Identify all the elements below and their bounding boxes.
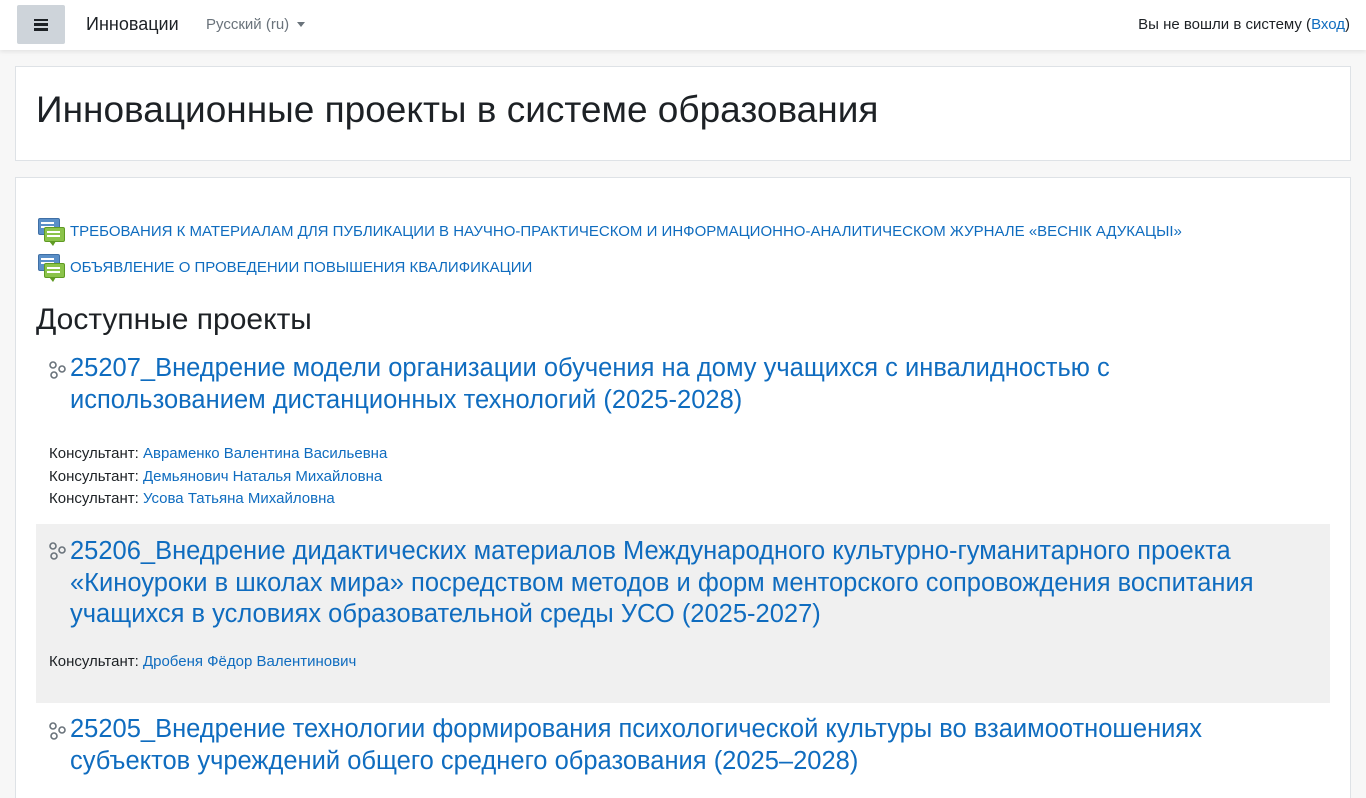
drawer-toggle-button[interactable]: [17, 5, 65, 44]
teacher-name-link[interactable]: Авраменко Валентина Васильевна: [143, 445, 387, 462]
site-news-item: ОБЪЯВЛЕНИЕ О ПРОВЕДЕНИИ ПОВЫШЕНИЯ КВАЛИФ…: [38, 254, 532, 282]
section-title: Доступные проекты: [36, 303, 312, 336]
course-icon: [49, 361, 66, 379]
language-menu[interactable]: Русский (ru): [206, 16, 306, 33]
teacher-role: Консультант:: [49, 445, 143, 462]
news-link-qualification[interactable]: ОБЪЯВЛЕНИЕ О ПРОВЕДЕНИИ ПОВЫШЕНИЯ КВАЛИФ…: [70, 259, 532, 276]
teacher-role: Консультант:: [49, 468, 143, 485]
forum-icon: [38, 218, 65, 246]
course-item: 25205_Внедрение технологии формирования …: [36, 714, 1330, 798]
course-teacher: Консультант: Демьянович Наталья Михайлов…: [49, 468, 382, 485]
login-status-close: ): [1345, 16, 1350, 33]
course-teacher: Консультант: Дробеня Фёдор Валентинович: [49, 653, 356, 670]
course-item: 25207_Внедрение модели организации обуче…: [36, 353, 1330, 523]
language-label: Русский (ru): [206, 16, 290, 33]
course-icon: [49, 722, 66, 740]
login-status-text: Вы не вошли в систему (: [1138, 16, 1312, 33]
forum-icon: [38, 254, 65, 282]
teacher-name-link[interactable]: Дробеня Фёдор Валентинович: [143, 653, 356, 670]
login-info: Вы не вошли в систему (Вход): [1138, 16, 1350, 33]
page-title: Инновационные проекты в системе образова…: [36, 89, 879, 130]
site-brand-link[interactable]: Инновации: [86, 14, 179, 35]
course-title-link[interactable]: 25206_Внедрение дидактических материалов…: [70, 536, 1310, 631]
news-link-journal-requirements[interactable]: ТРЕБОВАНИЯ К МАТЕРИАЛАМ ДЛЯ ПУБЛИКАЦИИ В…: [70, 223, 1182, 240]
main-content: ТРЕБОВАНИЯ К МАТЕРИАЛАМ ДЛЯ ПУБЛИКАЦИИ В…: [15, 177, 1351, 798]
course-title-link[interactable]: 25207_Внедрение модели организации обуче…: [70, 353, 1310, 416]
top-navbar: Инновации Русский (ru) Вы не вошли в сис…: [0, 0, 1366, 50]
teacher-name-link[interactable]: Усова Татьяна Михайловна: [143, 490, 335, 507]
course-teacher: Консультант: Усова Татьяна Михайловна: [49, 490, 335, 507]
teacher-role: Консультант:: [49, 653, 143, 670]
course-item: 25206_Внедрение дидактических материалов…: [36, 524, 1330, 703]
course-icon: [49, 542, 66, 560]
teacher-role: Консультант:: [49, 490, 143, 507]
course-teacher: Консультант: Авраменко Валентина Василье…: [49, 445, 387, 462]
teacher-name-link[interactable]: Демьянович Наталья Михайловна: [143, 468, 382, 485]
page-header: Инновационные проекты в системе образова…: [15, 66, 1351, 161]
login-link[interactable]: Вход: [1311, 16, 1345, 33]
site-news-item: ТРЕБОВАНИЯ К МАТЕРИАЛАМ ДЛЯ ПУБЛИКАЦИИ В…: [38, 218, 1182, 246]
hamburger-icon: [34, 18, 48, 31]
caret-down-icon: [297, 22, 306, 27]
